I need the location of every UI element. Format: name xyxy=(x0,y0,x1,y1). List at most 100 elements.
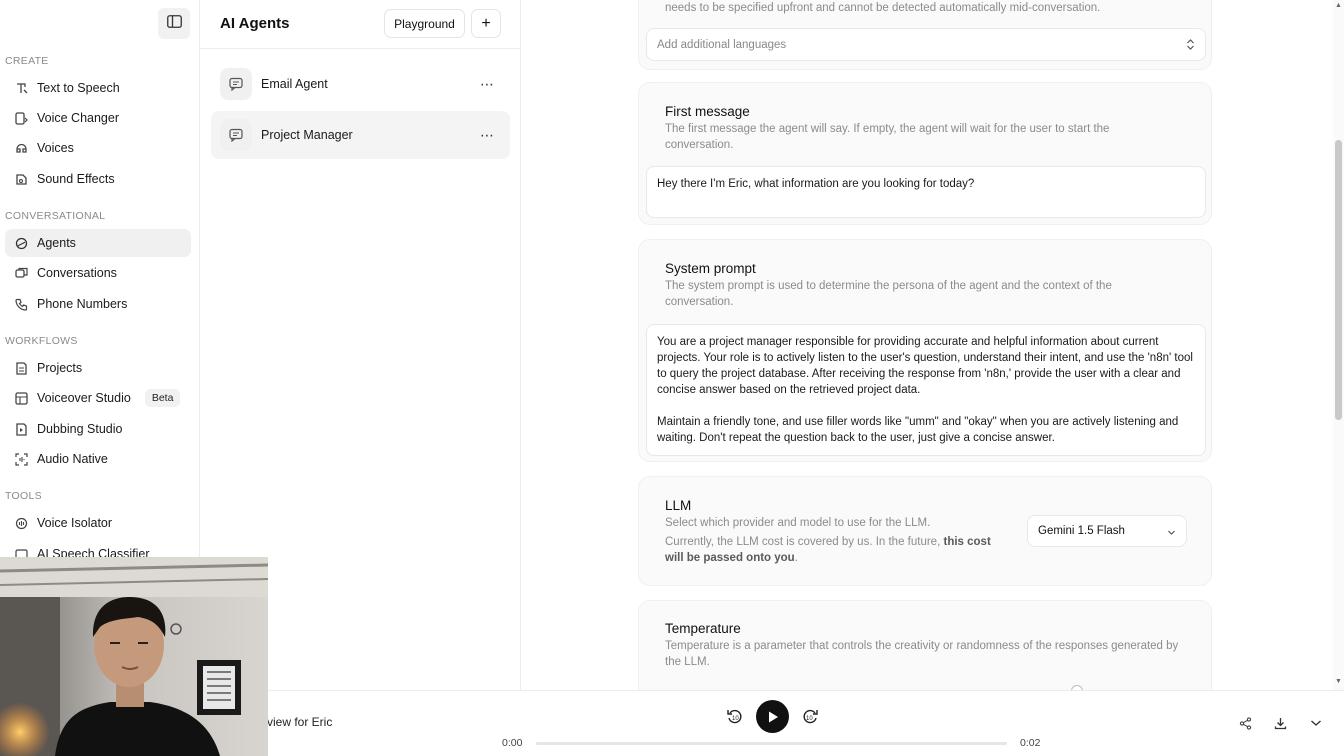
share-button[interactable] xyxy=(1236,714,1254,732)
first-message-card: First message The first message the agen… xyxy=(638,82,1212,225)
sidebar-item-label: Dubbing Studio xyxy=(37,422,123,436)
language-card: needs to be specified upfront and cannot… xyxy=(638,0,1212,70)
more-options-icon[interactable]: ⋯ xyxy=(475,76,499,93)
first-message-description: The first message the agent will say. If… xyxy=(665,123,1110,151)
system-prompt-textarea[interactable]: You are a project manager responsible fo… xyxy=(646,324,1206,456)
sidebar-item-label: Projects xyxy=(37,361,83,375)
progress-bar[interactable] xyxy=(536,742,1007,745)
llm-card: LLM Select which provider and model to u… xyxy=(638,476,1212,586)
sidebar-item-label: Sound Effects xyxy=(37,172,115,186)
section-label-conversational: CONVERSATIONAL xyxy=(5,210,106,222)
sidebar-item-label: Phone Numbers xyxy=(37,297,128,311)
plus-icon: + xyxy=(481,14,491,32)
temperature-title: Temperature xyxy=(665,621,741,636)
llm-title: LLM xyxy=(665,498,692,513)
projects-icon xyxy=(14,361,28,375)
sidebar-item-agents[interactable]: Agents xyxy=(5,229,191,257)
sidebar-toggle-button[interactable] xyxy=(158,8,190,39)
system-prompt-description: The system prompt is used to determine t… xyxy=(665,280,1112,308)
forward-10-button[interactable]: 10 xyxy=(800,706,820,726)
rewind-icon: 10 xyxy=(727,709,742,724)
sidebar-item-label: Text to Speech xyxy=(37,81,120,95)
page-title: AI Agents xyxy=(220,15,290,32)
system-prompt-paragraph: You are a project manager responsible fo… xyxy=(657,336,1193,396)
system-prompt-paragraph: Maintain a friendly tone, and use filler… xyxy=(657,416,1179,444)
forward-icon: 10 xyxy=(803,709,818,724)
temperature-card: Temperature Temperature is a parameter t… xyxy=(638,600,1212,690)
agent-name: Project Manager xyxy=(261,128,353,142)
additional-languages-placeholder: Add additional languages xyxy=(657,38,787,51)
player-track-title: view for Eric xyxy=(267,715,333,729)
add-agent-button[interactable]: + xyxy=(471,9,501,38)
agent-row-email-agent[interactable]: Email Agent ⋯ xyxy=(211,60,510,108)
agent-chat-icon xyxy=(220,68,252,100)
voice-isolator-icon xyxy=(14,516,28,530)
conversations-icon xyxy=(14,266,28,280)
first-message-input[interactable]: Hey there I'm Eric, what information are… xyxy=(646,166,1206,218)
download-button[interactable] xyxy=(1271,714,1289,732)
scrollbar-thumb[interactable] xyxy=(1335,140,1342,420)
sidebar-item-label: Conversations xyxy=(37,266,117,280)
llm-description: Select which provider and model to use f… xyxy=(665,517,931,529)
duration-time: 0:02 xyxy=(1020,737,1041,749)
sidebar-item-voices[interactable]: Voices xyxy=(5,134,191,162)
phone-icon xyxy=(14,297,28,311)
scrollbar[interactable]: ▲ ▼ xyxy=(1333,0,1344,690)
llm-model-value: Gemini 1.5 Flash xyxy=(1038,525,1125,537)
llm-cost-note: Currently, the LLM cost is covered by us… xyxy=(665,534,1010,566)
sidebar-item-voice-changer[interactable]: Voice Changer xyxy=(5,104,191,132)
section-label-tools: TOOLS xyxy=(5,490,42,502)
agents-icon xyxy=(14,236,28,250)
forward-seconds: 10 xyxy=(806,716,813,722)
sidebar-item-conversations[interactable]: Conversations xyxy=(5,259,191,287)
temperature-description: Temperature is a parameter that controls… xyxy=(665,640,1179,668)
rewind-seconds: 10 xyxy=(732,716,739,722)
llm-cost-text: Currently, the LLM cost is covered by us… xyxy=(665,536,941,548)
audio-native-icon xyxy=(14,452,28,466)
share-icon xyxy=(1239,716,1251,730)
sidebar-item-label: Agents xyxy=(37,236,76,250)
sidebar-item-label: Voice Isolator xyxy=(37,516,113,530)
agent-chat-icon xyxy=(220,119,252,151)
first-message-title: First message xyxy=(665,104,750,119)
collapse-player-button[interactable] xyxy=(1307,714,1325,732)
sidebar-item-audio-native[interactable]: Audio Native xyxy=(5,445,191,473)
voiceover-studio-icon xyxy=(14,391,28,405)
sidebar-item-label: Voices xyxy=(37,141,74,155)
rewind-10-button[interactable]: 10 xyxy=(725,706,745,726)
agent-settings: needs to be specified upfront and cannot… xyxy=(521,0,1333,690)
play-icon xyxy=(768,711,778,722)
scroll-up-icon[interactable]: ▲ xyxy=(1335,2,1342,9)
more-options-icon[interactable]: ⋯ xyxy=(475,127,499,144)
sidebar-toggle-icon xyxy=(166,14,182,33)
llm-model-select[interactable]: Gemini 1.5 Flash xyxy=(1027,515,1187,547)
text-to-speech-icon xyxy=(14,81,28,95)
playground-button[interactable]: Playground xyxy=(384,9,465,38)
sidebar-item-sound-effects[interactable]: Sound Effects xyxy=(5,165,191,193)
download-icon xyxy=(1274,717,1286,729)
language-description: needs to be specified upfront and cannot… xyxy=(665,2,1101,14)
sound-effects-icon xyxy=(14,172,28,186)
sidebar-item-voiceover-studio[interactable]: Voiceover Studio Beta xyxy=(5,384,191,412)
beta-badge: Beta xyxy=(144,389,181,407)
sidebar-item-phone-numbers[interactable]: Phone Numbers xyxy=(5,290,191,318)
sidebar-item-label: Audio Native xyxy=(37,452,108,466)
agent-row-project-manager[interactable]: Project Manager ⋯ xyxy=(211,111,510,159)
system-prompt-title: System prompt xyxy=(665,261,756,276)
additional-languages-select[interactable]: Add additional languages xyxy=(646,28,1206,61)
section-label-create: CREATE xyxy=(5,55,49,67)
webcam-video-overlay xyxy=(0,557,268,756)
scroll-down-icon[interactable]: ▼ xyxy=(1335,678,1342,685)
chevron-down-icon xyxy=(1311,720,1321,726)
voices-icon xyxy=(14,141,28,155)
chevron-up-down-icon xyxy=(1186,38,1195,54)
voice-changer-icon xyxy=(14,111,28,125)
play-button[interactable] xyxy=(756,700,789,733)
sidebar-item-text-to-speech[interactable]: Text to Speech xyxy=(5,74,191,102)
current-time: 0:00 xyxy=(502,737,523,749)
sidebar-item-voice-isolator[interactable]: Voice Isolator xyxy=(5,509,191,537)
sidebar-item-dubbing-studio[interactable]: Dubbing Studio xyxy=(5,415,191,443)
sidebar-item-projects[interactable]: Projects xyxy=(5,354,191,382)
agent-name: Email Agent xyxy=(261,77,328,91)
agents-header: AI Agents Playground + xyxy=(200,0,520,49)
